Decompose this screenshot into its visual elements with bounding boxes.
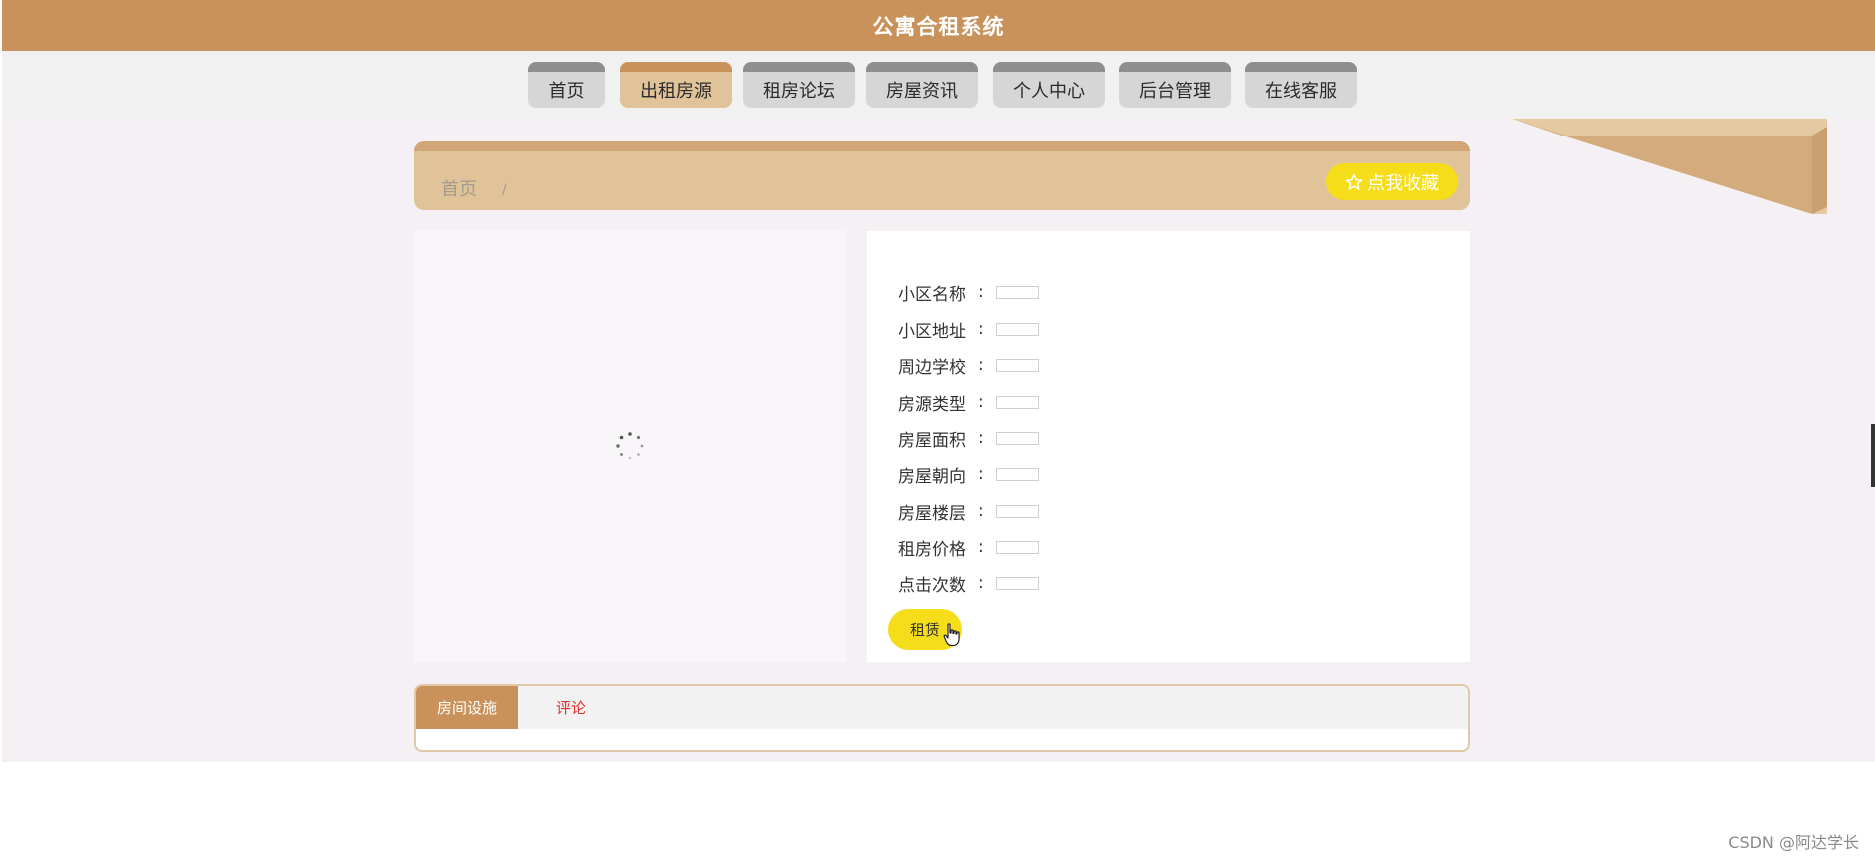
nav-item-personal-center[interactable]: 个人中心 xyxy=(993,62,1105,108)
detail-value xyxy=(996,322,1039,336)
listing-details-panel: 小区名称: 小区地址: 周边学校: 房源类型: 房屋面积: 房屋朝向: 房屋楼层… xyxy=(867,231,1470,662)
detail-tabs: 房间设施 评论 xyxy=(414,684,1470,752)
detail-value xyxy=(996,431,1039,445)
page: 公寓合租系统 首页 出租房源 租房论坛 房屋资讯 个人中心 后台管理 在线客服 … xyxy=(0,0,1875,861)
detail-row-listing-type: 房源类型: xyxy=(898,390,1039,415)
detail-row-community-name: 小区名称: xyxy=(898,280,1039,305)
detail-label: 房源类型 xyxy=(898,394,966,415)
tab-comments[interactable]: 评论 xyxy=(518,686,624,729)
detail-value xyxy=(996,504,1039,518)
site-title: 公寓合租系统 xyxy=(872,14,1005,39)
detail-colon: : xyxy=(978,501,984,521)
detail-label: 小区名称 xyxy=(898,284,966,305)
detail-colon: : xyxy=(978,392,984,412)
detail-label: 租房价格 xyxy=(898,539,966,560)
detail-value xyxy=(996,395,1039,409)
detail-row-community-address: 小区地址: xyxy=(898,317,1039,342)
detail-colon: : xyxy=(978,428,984,448)
favorite-button-label: 点我收藏 xyxy=(1367,172,1439,194)
rent-button-label: 租赁 xyxy=(909,621,940,639)
nav-item-customer-service[interactable]: 在线客服 xyxy=(1245,62,1357,108)
detail-row-click-count: 点击次数: xyxy=(898,571,1039,596)
detail-value xyxy=(996,467,1039,481)
hand-cursor-icon xyxy=(943,623,960,647)
detail-colon: : xyxy=(978,464,984,484)
detail-row-floor: 房屋楼层: xyxy=(898,499,1039,524)
detail-row-nearby-schools: 周边学校: xyxy=(898,353,1039,378)
detail-colon: : xyxy=(978,355,984,375)
detail-label: 房屋面积 xyxy=(898,430,966,451)
detail-value xyxy=(996,285,1039,299)
breadcrumb-separator: / xyxy=(502,182,507,198)
top-header: 公寓合租系统 xyxy=(2,0,1875,51)
nav-bar: 首页 出租房源 租房论坛 房屋资讯 个人中心 后台管理 在线客服 xyxy=(2,51,1875,119)
listing-image-panel xyxy=(414,231,846,662)
detail-label: 点击次数 xyxy=(898,575,966,596)
nav-item-news[interactable]: 房屋资讯 xyxy=(866,62,978,108)
detail-value xyxy=(996,358,1039,372)
detail-colon: : xyxy=(978,282,984,302)
detail-label: 房屋朝向 xyxy=(898,466,966,487)
loading-spinner-icon xyxy=(616,432,644,460)
tab-room-facilities[interactable]: 房间设施 xyxy=(416,686,518,729)
detail-label: 房屋楼层 xyxy=(898,503,966,524)
watermark: CSDN @阿达学长 xyxy=(1728,833,1859,852)
nav-item-home[interactable]: 首页 xyxy=(528,62,605,108)
detail-value xyxy=(996,576,1039,590)
breadcrumb: 首页 / 点我收藏 xyxy=(414,141,1470,210)
detail-colon: : xyxy=(978,319,984,339)
detail-colon: : xyxy=(978,573,984,593)
detail-row-orientation: 房屋朝向: xyxy=(898,462,1039,487)
nav-item-admin[interactable]: 后台管理 xyxy=(1119,62,1231,108)
detail-row-rent-price: 租房价格: xyxy=(898,535,1039,560)
detail-label: 周边学校 xyxy=(898,357,966,378)
favorite-button[interactable]: 点我收藏 xyxy=(1326,163,1458,200)
detail-row-area: 房屋面积: xyxy=(898,426,1039,451)
detail-label: 小区地址 xyxy=(898,321,966,342)
nav-item-forum[interactable]: 租房论坛 xyxy=(743,62,855,108)
edge-scroll-marker xyxy=(1871,424,1875,487)
detail-colon: : xyxy=(978,537,984,557)
detail-value xyxy=(996,540,1039,554)
rent-button[interactable]: 租赁 xyxy=(888,609,962,650)
breadcrumb-home-link[interactable]: 首页 xyxy=(441,181,477,199)
star-icon xyxy=(1345,173,1363,190)
nav-item-rental-listings[interactable]: 出租房源 xyxy=(620,62,732,108)
